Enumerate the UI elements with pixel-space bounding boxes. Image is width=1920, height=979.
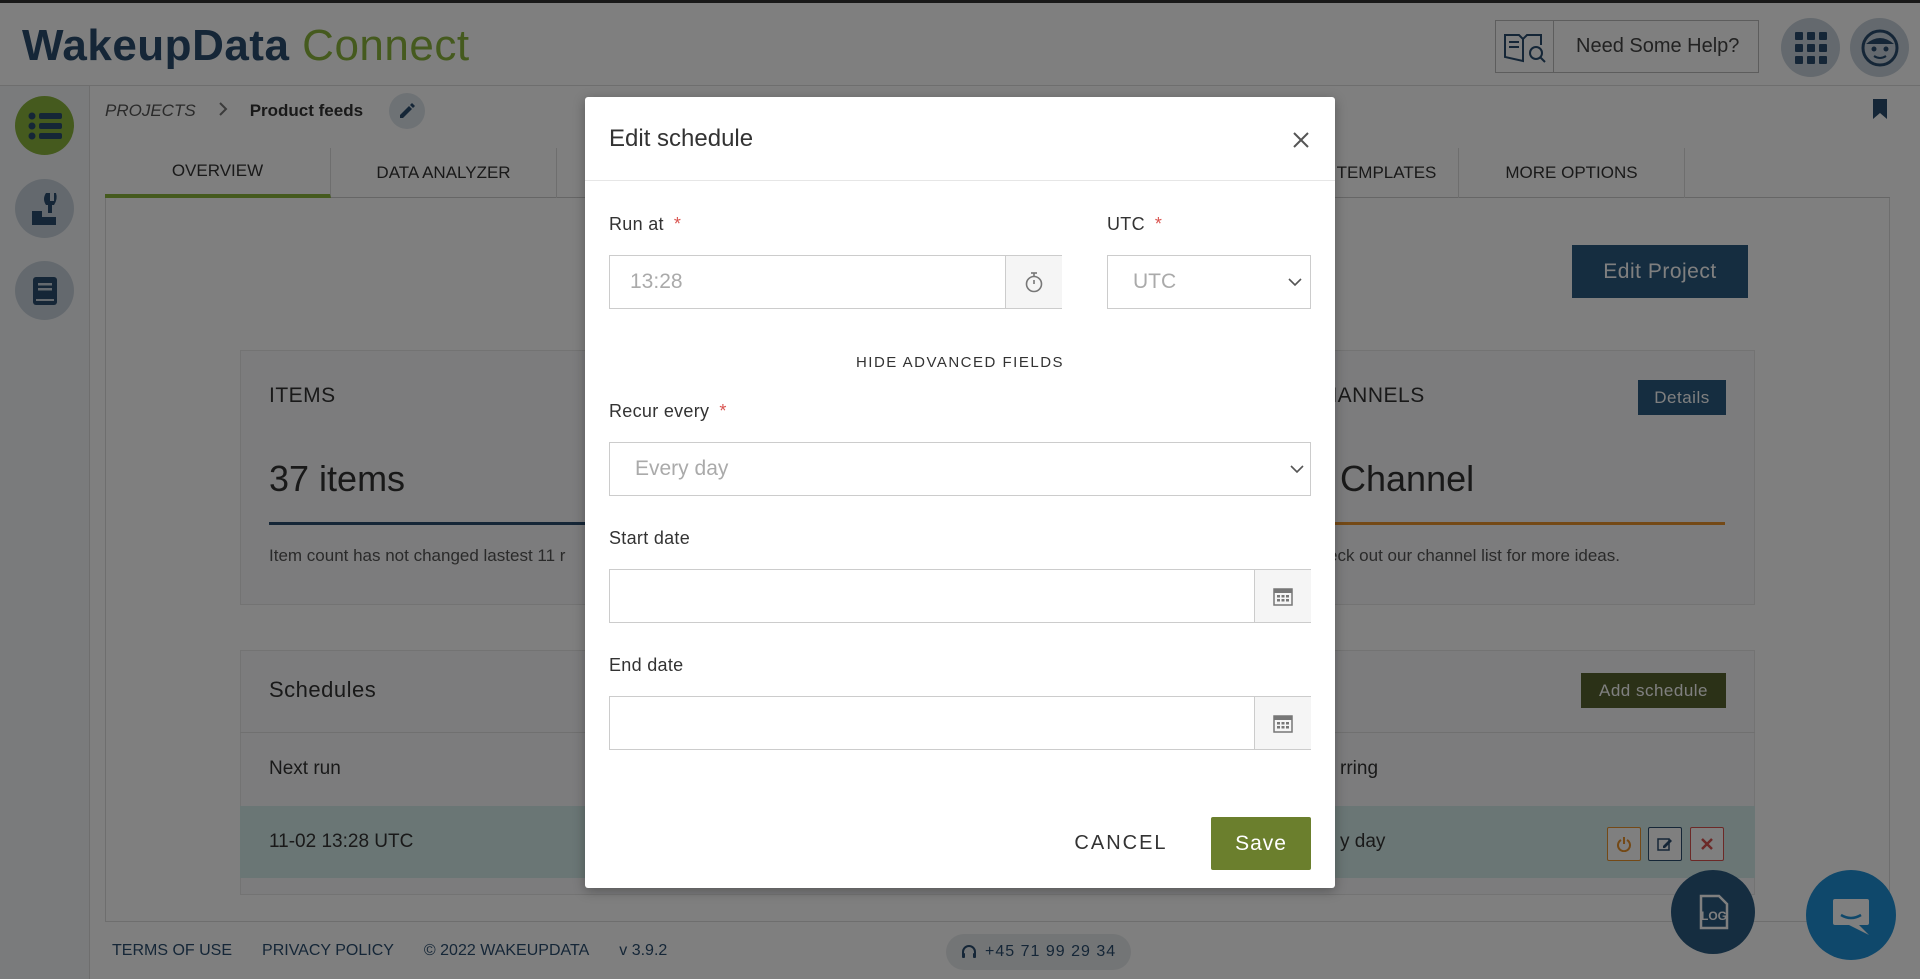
recur-every-label: Recur every * (609, 401, 727, 422)
required-marker: * (673, 214, 682, 234)
end-date-label: End date (609, 655, 684, 675)
timezone-select[interactable]: UTC (1107, 255, 1311, 309)
hide-advanced-fields-toggle[interactable]: HIDE ADVANCED FIELDS (585, 354, 1335, 371)
close-dialog-button[interactable] (1288, 127, 1314, 153)
required-marker: * (1154, 214, 1163, 234)
run-at-label: Run at * (609, 214, 681, 235)
run-at-value: 13:28 (630, 270, 683, 293)
run-at-label-text: Run at (609, 214, 664, 234)
save-button[interactable]: Save (1211, 817, 1311, 870)
end-date-input[interactable] (609, 696, 1311, 750)
required-marker: * (719, 401, 727, 421)
dialog-header: Edit schedule (585, 97, 1335, 181)
recur-every-value: Every day (635, 457, 729, 480)
cancel-button[interactable]: CANCEL (1049, 817, 1193, 869)
run-at-input[interactable]: 13:28 (609, 255, 1062, 309)
dialog-title: Edit schedule (609, 125, 754, 152)
close-icon (1293, 132, 1309, 148)
start-date-input[interactable] (609, 569, 1311, 623)
timezone-label-text: UTC (1107, 214, 1145, 234)
start-date-picker-button[interactable] (1254, 570, 1311, 622)
timezone-value: UTC (1133, 270, 1177, 293)
chevron-down-icon (1290, 443, 1304, 495)
calendar-icon (1273, 588, 1293, 606)
stopwatch-icon (1025, 272, 1043, 293)
edit-schedule-dialog: Edit schedule Run at * 13:28 UTC * UTC HID… (585, 97, 1335, 888)
timezone-label: UTC * (1107, 214, 1162, 235)
chevron-down-icon (1288, 256, 1302, 308)
calendar-icon (1273, 715, 1293, 733)
start-date-label: Start date (609, 528, 691, 548)
end-date-picker-button[interactable] (1254, 697, 1311, 749)
recur-every-label-text: Recur every (609, 401, 710, 421)
recur-every-select[interactable]: Every day (609, 442, 1311, 496)
time-picker-button[interactable] (1005, 256, 1062, 308)
